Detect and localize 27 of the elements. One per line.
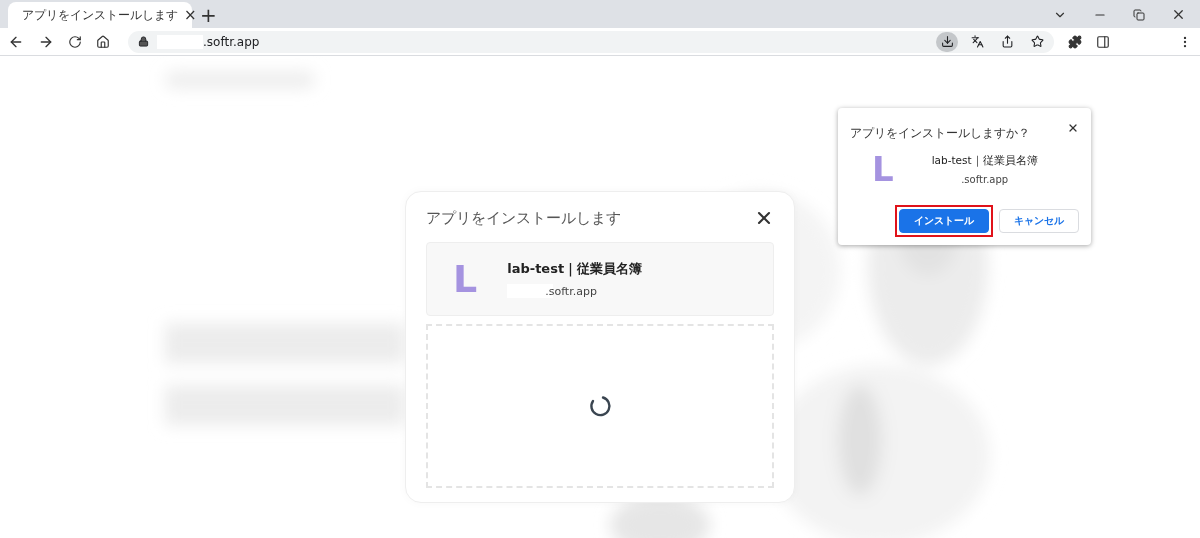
new-tab-button[interactable]: + — [200, 2, 217, 28]
install-button[interactable]: インストール — [899, 209, 989, 233]
app-name: lab-test｜従業員名簿 — [931, 153, 1038, 168]
app-domain: .softr.app — [507, 284, 597, 298]
reload-icon[interactable] — [68, 34, 82, 49]
translate-icon — [970, 35, 984, 48]
restore-icon[interactable] — [1133, 8, 1145, 21]
address-bar[interactable]: .softr.app — [128, 30, 1054, 53]
cancel-button[interactable]: キャンセル — [999, 209, 1079, 233]
close-window-icon[interactable] — [1171, 7, 1186, 22]
lock-icon — [138, 36, 149, 47]
app-name: lab-test｜従業員名簿 — [507, 260, 643, 278]
app-domain: .softr.app — [961, 173, 1009, 185]
share-icon — [1000, 35, 1014, 48]
popup-title: アプリをインストールしますか？ — [850, 126, 1030, 141]
close-icon[interactable] — [1067, 122, 1079, 134]
install-icon — [940, 35, 954, 48]
dialog-title: アプリをインストールします — [426, 208, 621, 228]
url-text: .softr.app — [203, 34, 260, 49]
side-panel-icon[interactable] — [1096, 34, 1110, 49]
app-icon: L — [453, 257, 478, 301]
app-icon: L — [872, 149, 894, 189]
star-icon — [1030, 35, 1044, 48]
extensions-icon[interactable] — [1068, 34, 1082, 49]
home-icon[interactable] — [96, 34, 110, 49]
install-button[interactable] — [936, 31, 958, 52]
tab-title: アプリをインストールします — [22, 6, 178, 24]
